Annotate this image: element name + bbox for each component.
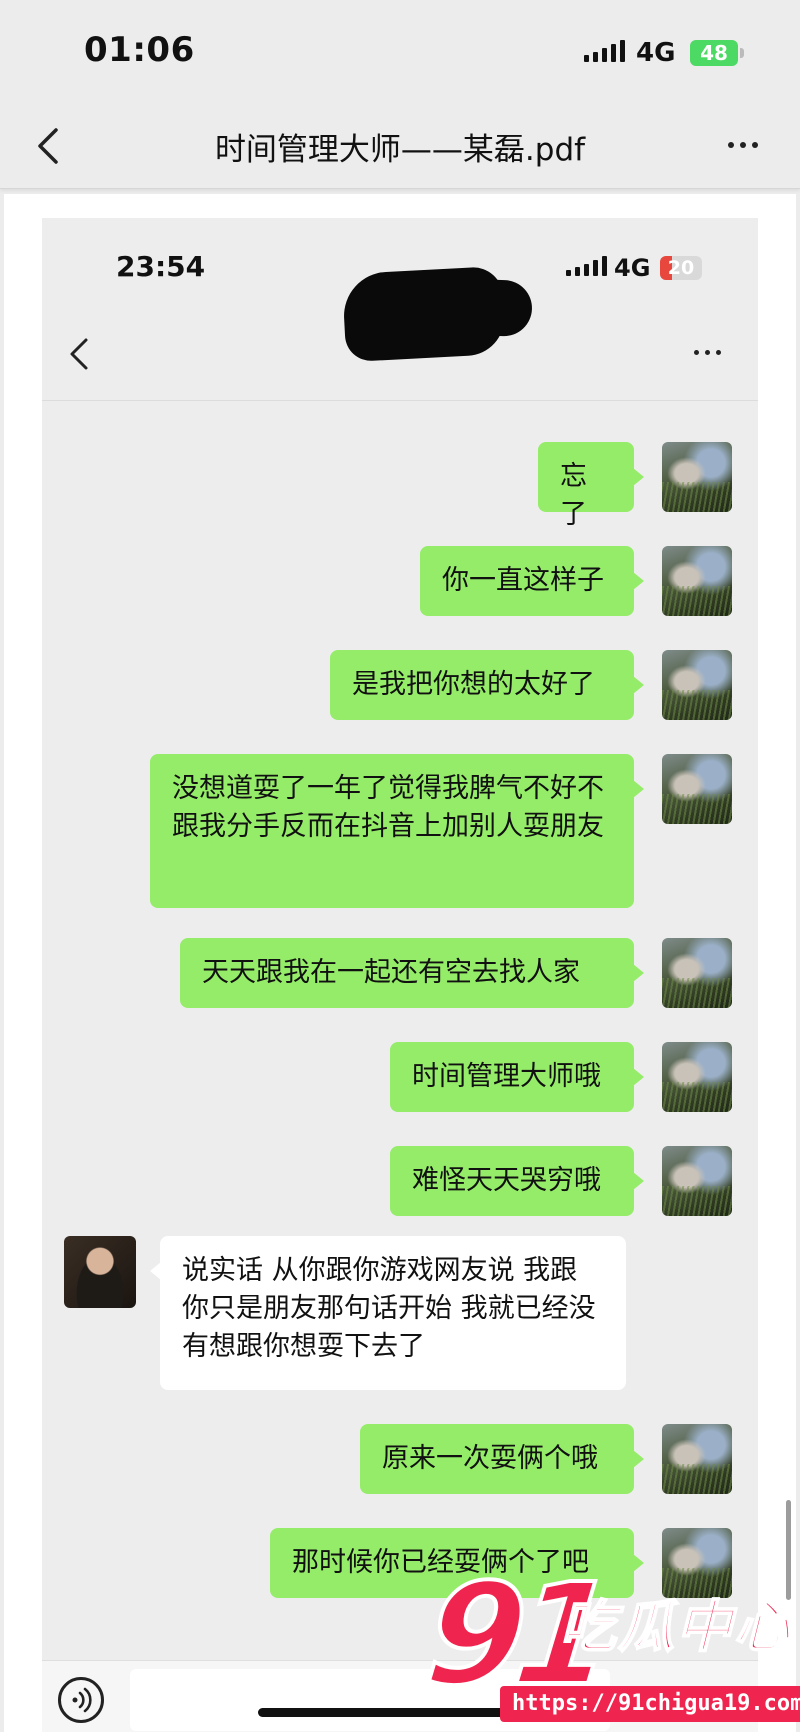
battery-cap-icon: [740, 48, 744, 58]
message-text: 说实话 从你跟你游戏网友说 我跟你只是朋友那句话开始 我就已经没有想跟你想耍下去…: [182, 1255, 596, 1362]
site-watermark: 91 吃瓜中心 https://91chigua19.com: [417, 1552, 800, 1732]
message-bubble-outgoing[interactable]: 天天跟我在一起还有空去找人家: [180, 938, 644, 1008]
message-bubble-outgoing[interactable]: 没想道耍了一年了觉得我脾气不好不跟我分手反而在抖音上加别人耍朋友: [150, 754, 644, 908]
message-bubble-outgoing[interactable]: 你一直这样子: [420, 546, 644, 616]
my-avatar[interactable]: [662, 442, 732, 512]
more-options-icon[interactable]: [728, 142, 758, 148]
message-bubble-outgoing[interactable]: 原来一次耍俩个哦: [360, 1424, 644, 1494]
chat-more-icon[interactable]: [694, 350, 721, 355]
message-text: 难怪天天哭穷哦: [412, 1165, 601, 1196]
message-text: 原来一次耍俩个哦: [382, 1443, 598, 1474]
my-avatar[interactable]: [662, 1424, 732, 1494]
inner-battery-icon: 20: [660, 256, 702, 280]
message-text: 忘了: [560, 461, 587, 530]
chat-back-icon[interactable]: [64, 334, 96, 374]
watermark-url: https://91chigua19.com: [500, 1686, 800, 1722]
document-nav-bar: 时间管理大师——某磊.pdf: [0, 104, 800, 189]
message-text: 你一直这样子: [442, 565, 604, 596]
my-avatar[interactable]: [662, 650, 732, 720]
battery-level: 48: [700, 41, 728, 65]
message-text: 是我把你想的太好了: [352, 669, 595, 700]
message-bubble-incoming[interactable]: 说实话 从你跟你游戏网友说 我跟你只是朋友那句话开始 我就已经没有想跟你想耍下去…: [150, 1236, 626, 1390]
my-avatar[interactable]: [662, 546, 732, 616]
message-text: 天天跟我在一起还有空去找人家: [202, 957, 580, 988]
contact-avatar[interactable]: [64, 1236, 136, 1308]
message-list[interactable]: 忘了 你一直这样子 是我把你想的太好了 没想道耍了一年了觉得我脾气不好不跟我分手…: [42, 400, 758, 1660]
my-avatar[interactable]: [662, 1042, 732, 1112]
voice-input-icon[interactable]: [58, 1677, 104, 1723]
message-bubble-outgoing[interactable]: 难怪天天哭穷哦: [390, 1146, 644, 1216]
inner-status-time: 23:54: [116, 250, 206, 283]
inner-battery-level: 20: [667, 257, 695, 279]
message-text: 没想道耍了一年了觉得我脾气不好不跟我分手反而在抖音上加别人耍朋友: [172, 773, 604, 842]
message-text: 时间管理大师哦: [412, 1061, 601, 1092]
status-time: 01:06: [84, 30, 195, 70]
outer-status-bar: 01:06 4G 48: [0, 0, 800, 104]
signal-icon: [584, 40, 625, 62]
my-avatar[interactable]: [662, 938, 732, 1008]
my-avatar[interactable]: [662, 754, 732, 824]
watermark-text: 吃瓜中心: [559, 1594, 792, 1661]
battery-icon: 48: [690, 40, 738, 66]
redacted-contact-name-overlay: [355, 274, 533, 338]
document-title: 时间管理大师——某磊.pdf: [214, 132, 586, 168]
embedded-chat-screenshot: 23:54 4G 20 忘了 你一直这样子 是我把你想的太好了 没想道耍了一年了…: [42, 218, 758, 1732]
network-label: 4G: [636, 38, 676, 68]
message-bubble-outgoing[interactable]: 是我把你想的太好了: [330, 650, 644, 720]
message-bubble-outgoing[interactable]: 忘了: [538, 442, 644, 530]
inner-signal-icon: [566, 256, 607, 276]
my-avatar[interactable]: [662, 1146, 732, 1216]
message-bubble-outgoing[interactable]: 时间管理大师哦: [390, 1042, 644, 1112]
inner-network-label: 4G: [614, 254, 651, 282]
